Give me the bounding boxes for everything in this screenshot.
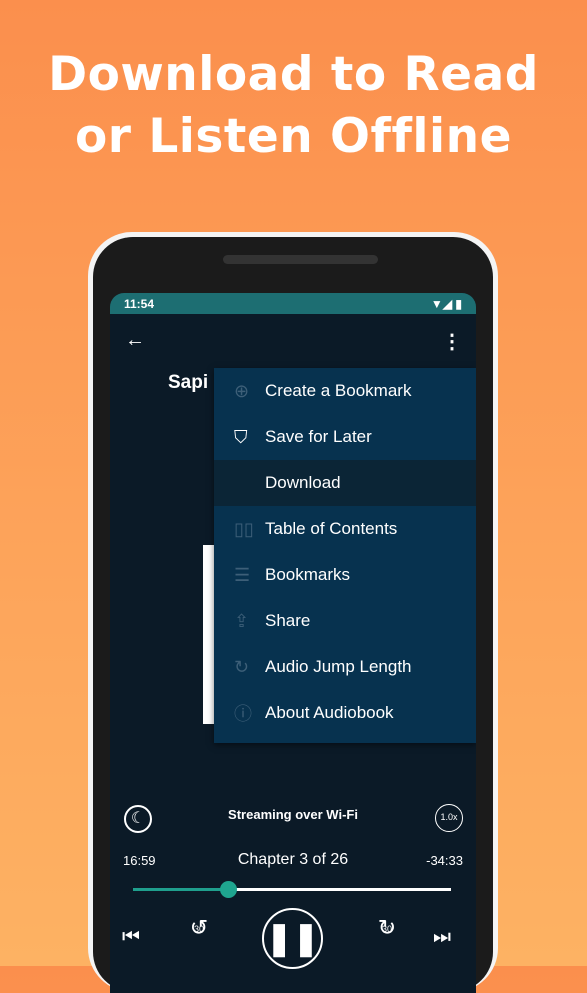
pause-button[interactable]: ❚❚: [262, 908, 323, 969]
more-vertical-icon[interactable]: ⋮: [442, 329, 462, 354]
plus-circle-icon: ⊕: [234, 380, 250, 401]
playback-speed-button[interactable]: 1.0x: [435, 804, 463, 832]
battery-icon: ▮: [455, 296, 462, 311]
menu-item-table-of-contents[interactable]: ▯▯ Table of Contents: [214, 506, 476, 552]
headline-line-1: Download to Read: [48, 47, 539, 102]
skip-back-button[interactable]: ↺ 30: [184, 917, 214, 939]
book-open-icon: ▯▯: [234, 518, 254, 539]
status-bar: 11:54 ▼◢ ▮: [110, 293, 476, 314]
signal-icon: ◢: [442, 296, 453, 311]
menu-item-about-audiobook[interactable]: ⓘ About Audiobook: [214, 690, 476, 736]
menu-item-share[interactable]: ⇪ Share: [214, 598, 476, 644]
remaining-time: -34:33: [426, 853, 463, 868]
progress-slider[interactable]: [133, 881, 451, 898]
chapter-label: Chapter 3 of 26: [237, 851, 349, 868]
status-time: 11:54: [124, 296, 155, 311]
list-icon: ☰: [234, 564, 251, 585]
app-bar: ← ⋮: [110, 329, 476, 359]
streaming-status: Streaming over Wi-Fi: [228, 807, 358, 822]
next-chapter-button[interactable]: ⏭: [433, 926, 451, 949]
pause-icon: ❚❚: [265, 920, 320, 956]
book-title: Sapi: [168, 372, 209, 393]
skip-next-icon: ⏭: [433, 926, 451, 948]
headline-line-2: or Listen Offline: [75, 109, 512, 164]
wifi-icon: ▼: [430, 296, 443, 311]
overflow-menu: ⊕ Create a Bookmark ⛉ Save for Later Downl…: [214, 368, 476, 743]
menu-item-create-bookmark[interactable]: ⊕ Create a Bookmark: [214, 368, 476, 414]
skip-forward-button[interactable]: ↻ 30: [372, 917, 402, 939]
progress-fill: [133, 888, 229, 891]
bookmark-icon: ⛉: [234, 426, 248, 447]
share-icon: ⇪: [234, 610, 250, 631]
previous-chapter-button[interactable]: ⏮: [122, 926, 140, 949]
skip-previous-icon: ⏮: [122, 926, 140, 948]
headline: Download to Read or Listen Offline: [0, 44, 587, 168]
menu-item-save-for-later[interactable]: ⛉ Save for Later: [214, 414, 476, 460]
menu-item-download[interactable]: Download: [214, 460, 476, 506]
speaker-grille: [223, 255, 378, 264]
progress-knob[interactable]: [220, 881, 238, 898]
menu-item-bookmarks[interactable]: ☰ Bookmarks: [214, 552, 476, 598]
phone-screen: 11:54 ▼◢ ▮ ← ⋮ Sapi ⊕ Create a Bookmark ⛉…: [110, 293, 476, 993]
info-icon: ⓘ: [234, 704, 252, 724]
menu-item-audio-jump-length[interactable]: ↻ Audio Jump Length: [214, 644, 476, 690]
rotate-icon: ↻: [234, 656, 250, 677]
arrow-left-icon[interactable]: ←: [125, 329, 145, 352]
